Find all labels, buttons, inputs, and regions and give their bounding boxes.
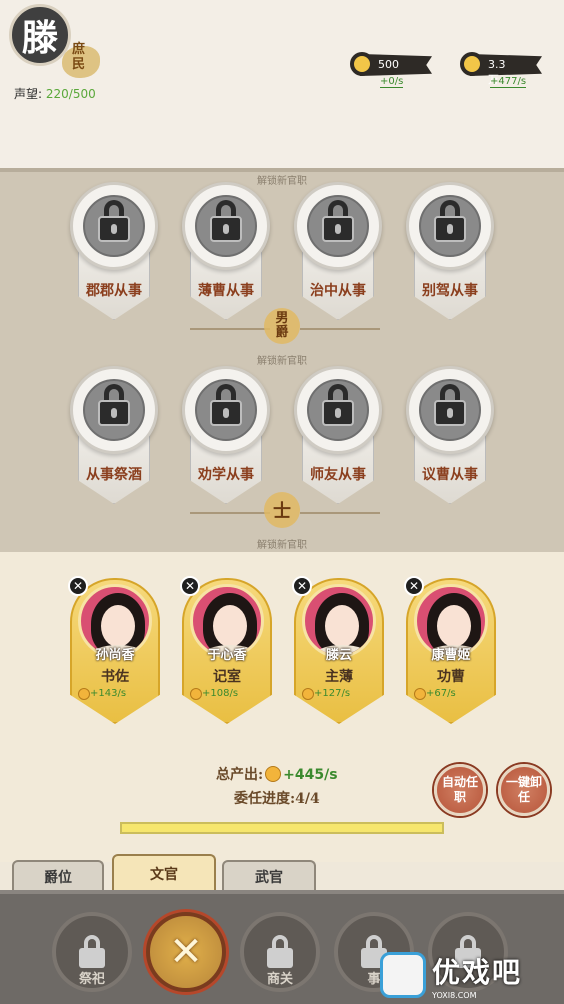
coin-icon xyxy=(460,52,484,76)
post-label: 劝学从事 xyxy=(198,467,254,483)
nav-label: 商关 xyxy=(266,972,293,987)
official-rate: +108/s xyxy=(202,688,239,699)
food-rate: +0/s xyxy=(380,76,404,88)
tab-nobility[interactable]: 爵位 xyxy=(12,860,104,892)
post-label: 别驾从事 xyxy=(422,283,478,299)
unlock-hint-bottom: 解锁新官职 xyxy=(257,540,307,551)
post-label: 议曹从事 xyxy=(422,467,478,483)
coin-rate: +477/s xyxy=(490,76,527,88)
posts-board: 解锁新官职 郡郡从事 薄曹从事 治中从事 别驾从事 男爵 解锁新官职 从事祭酒 … xyxy=(0,168,564,552)
post-slot[interactable]: 议曹从事 xyxy=(406,366,494,506)
divider xyxy=(190,512,270,514)
assign-progress-label: 委任进度:4/4 xyxy=(234,791,320,807)
rank-marker-baron: 男爵 xyxy=(264,308,300,344)
official-card[interactable]: 滕云 主薄 +127/s ✕ xyxy=(292,576,384,728)
official-rate: +127/s xyxy=(314,688,351,699)
total-value: +445/s xyxy=(283,767,338,783)
post-label: 治中从事 xyxy=(310,283,366,299)
coin-icon xyxy=(190,688,202,700)
watermark: 优戏吧 YOXI8.COM xyxy=(380,950,560,1000)
fame-display: 声望: 220/500 xyxy=(14,85,96,102)
close-icon[interactable]: ✕ xyxy=(180,576,200,596)
official-card[interactable]: 孙尚香 书佐 +143/s ✕ xyxy=(68,576,160,728)
site-logo-icon xyxy=(380,952,426,998)
lock-icon xyxy=(210,384,242,428)
close-icon: ✕ xyxy=(169,929,203,975)
nav-label: 祭祀 xyxy=(78,972,105,987)
official-post: 书佐 xyxy=(101,669,129,685)
post-slot[interactable]: 从事祭酒 xyxy=(70,366,158,506)
rank-badge: 庶民 xyxy=(60,42,104,82)
post-label: 薄曹从事 xyxy=(198,283,254,299)
post-slot[interactable]: 薄曹从事 xyxy=(182,182,270,322)
food-icon xyxy=(350,52,374,76)
rank-marker-shi: 士 xyxy=(264,492,300,528)
official-rate: +143/s xyxy=(90,688,127,699)
lock-icon xyxy=(322,384,354,428)
official-post: 记室 xyxy=(213,669,241,685)
close-icon[interactable]: ✕ xyxy=(404,576,424,596)
official-name: 于心香 xyxy=(207,648,247,663)
post-slot[interactable]: 劝学从事 xyxy=(182,366,270,506)
lock-icon xyxy=(267,935,293,969)
lock-icon xyxy=(79,935,105,969)
post-label: 师友从事 xyxy=(310,467,366,483)
tab-military-officials[interactable]: 武官 xyxy=(222,860,316,892)
nav-locked[interactable]: 商关 xyxy=(240,912,320,992)
post-slot[interactable]: 师友从事 xyxy=(294,366,382,506)
official-rate: +67/s xyxy=(426,688,456,699)
official-card[interactable]: 于心香 记室 +108/s ✕ xyxy=(180,576,272,728)
divider xyxy=(300,328,380,330)
lock-icon xyxy=(434,384,466,428)
post-slot[interactable]: 治中从事 xyxy=(294,182,382,322)
lock-icon xyxy=(98,384,130,428)
coin-icon xyxy=(414,688,426,700)
coin-icon xyxy=(302,688,314,700)
divider xyxy=(300,512,380,514)
post-label: 郡郡从事 xyxy=(86,283,142,299)
post-slot[interactable]: 别驾从事 xyxy=(406,182,494,322)
nav-sacrifice[interactable]: 祭祀 xyxy=(52,912,132,992)
official-card[interactable]: 康曹姬 功曹 +67/s ✕ xyxy=(404,576,496,728)
watermark-url: YOXI8.COM xyxy=(432,990,477,1000)
coin-icon xyxy=(78,688,90,700)
official-post: 主薄 xyxy=(325,669,353,685)
nav-close[interactable]: ✕ xyxy=(146,912,226,992)
coin-icon xyxy=(265,766,282,782)
post-label: 从事祭酒 xyxy=(86,467,142,483)
tab-civil-officials[interactable]: 文官 xyxy=(112,854,216,892)
assign-progress-bar xyxy=(120,822,444,834)
divider xyxy=(190,328,270,330)
officials-panel: 孙尚香 书佐 +143/s ✕ 于心香 记室 +108/s ✕ 滕云 主薄 +1… xyxy=(0,552,564,862)
post-slot[interactable]: 郡郡从事 xyxy=(70,182,158,322)
official-name: 孙尚香 xyxy=(95,648,135,663)
lock-icon xyxy=(210,200,242,244)
watermark-text: 优戏吧 xyxy=(432,955,523,989)
lock-icon xyxy=(434,200,466,244)
close-icon[interactable]: ✕ xyxy=(68,576,88,596)
lock-icon xyxy=(98,200,130,244)
official-post: 功曹 xyxy=(437,669,465,685)
close-icon[interactable]: ✕ xyxy=(292,576,312,596)
fame-label: 声望: xyxy=(14,87,43,101)
auto-assign-button[interactable]: 自动任职 xyxy=(434,764,486,816)
dismiss-all-button[interactable]: 一键卸任 xyxy=(498,764,550,816)
food-value: 500 xyxy=(378,58,399,71)
lock-icon xyxy=(322,200,354,244)
official-name: 滕云 xyxy=(325,648,352,663)
rank-label: 庶民 xyxy=(72,42,86,72)
header: 滕 庶民 声望: 220/500 500 +0/s 3.3万 +477/s xyxy=(0,0,564,168)
official-name: 康曹姬 xyxy=(431,648,471,663)
total-output: 总产出: +445/s xyxy=(216,764,338,784)
total-label: 总产出: xyxy=(216,767,264,783)
fame-value: 220/500 xyxy=(45,87,96,101)
unlock-hint-mid: 解锁新官职 xyxy=(257,356,307,367)
